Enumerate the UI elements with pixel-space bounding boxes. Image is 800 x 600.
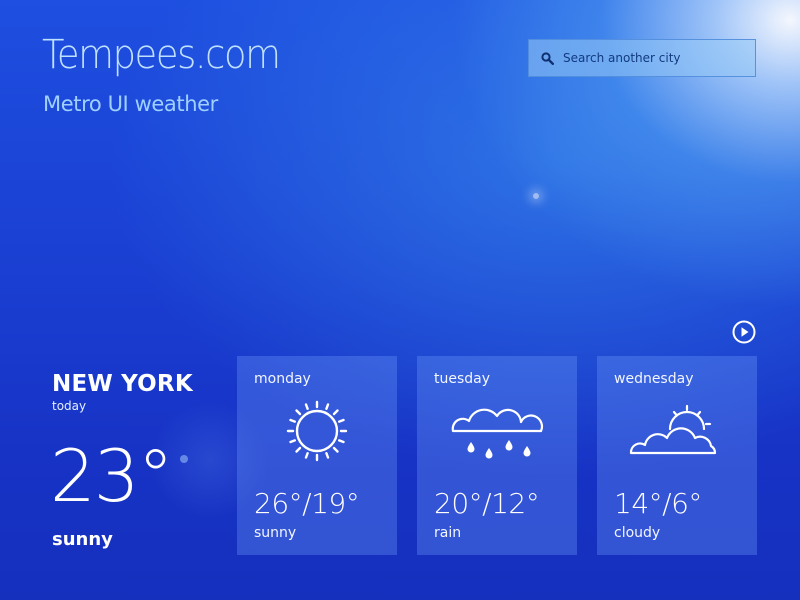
forecast-card-wednesday[interactable]: wednesday 14°/6° cloudy — [597, 356, 757, 555]
city-name: NEW YORK — [52, 371, 193, 397]
forecast-condition: rain — [434, 525, 462, 541]
forecast-condition: cloudy — [614, 525, 661, 541]
site-title: Tempees.com — [42, 32, 281, 78]
forecast-day: tuesday — [434, 371, 491, 387]
forecast-card-tuesday[interactable]: tuesday 20°/12° rain — [417, 356, 577, 555]
forecast-temperature: 26°/19° — [254, 487, 360, 520]
lens-flare — [180, 455, 188, 463]
sun-icon — [267, 396, 367, 466]
forecast-condition: sunny — [254, 525, 297, 541]
forecast-day: wednesday — [614, 371, 694, 387]
search-box[interactable] — [528, 39, 756, 77]
rain-cloud-icon — [447, 396, 547, 466]
search-icon[interactable] — [540, 51, 554, 65]
lens-flare — [533, 193, 539, 199]
site-subtitle: Metro UI weather — [43, 92, 218, 116]
next-icon[interactable] — [732, 320, 756, 344]
search-input[interactable] — [563, 40, 755, 76]
current-condition: sunny — [52, 529, 113, 550]
forecast-temperature: 14°/6° — [614, 487, 702, 520]
current-temperature: 23° — [50, 434, 174, 518]
cloudy-icon — [627, 396, 727, 466]
forecast-temperature: 20°/12° — [434, 487, 540, 520]
city-day-label: today — [52, 399, 87, 413]
forecast-day: monday — [254, 371, 311, 387]
forecast-card-monday[interactable]: monday 26°/19° sunny — [237, 356, 397, 555]
